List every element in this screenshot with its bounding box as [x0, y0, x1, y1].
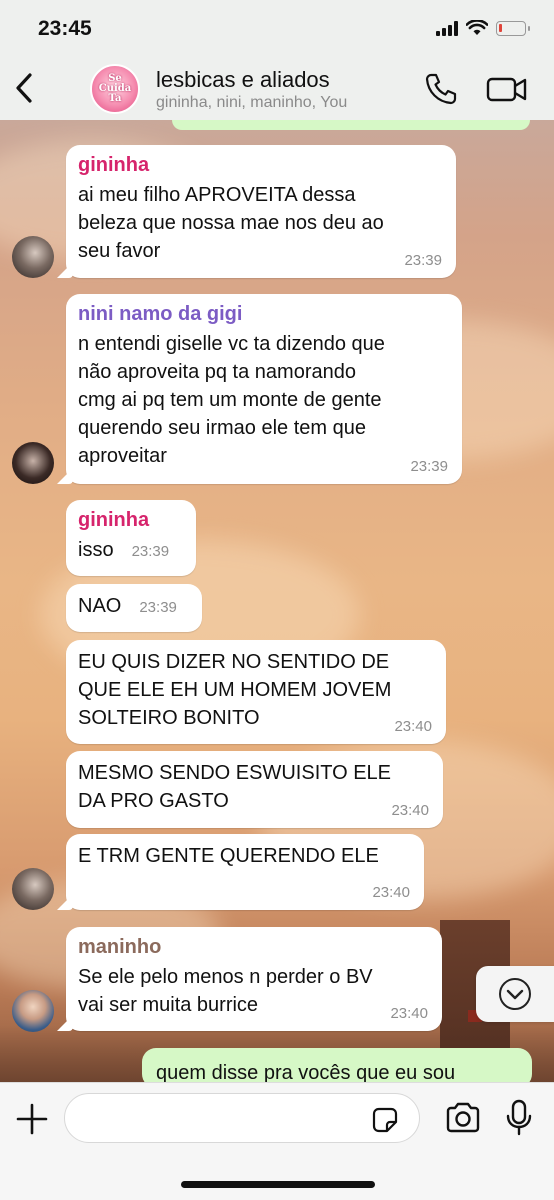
sticker-icon — [372, 1107, 398, 1133]
message-text: n entendi giselle vc ta dizendo que não … — [78, 333, 385, 467]
message-text: MESMO SENDO ESWUISITO ELE DA PRO GASTO — [78, 762, 392, 812]
message-bubble[interactable]: nini namo da gigi n entendi giselle vc t… — [66, 294, 462, 484]
message-text-body: isso — [78, 539, 114, 561]
message-bubble[interactable]: E TRM GENTE QUERENDO ELE 23:40 — [66, 834, 424, 910]
message-sender: gininha — [78, 154, 150, 176]
message-time: 23:40 — [372, 884, 410, 901]
message-text: isso 23:39 — [78, 536, 184, 566]
camera-icon — [446, 1102, 480, 1133]
message-bubble[interactable]: EU QUIS DIZER NO SENTIDO DE QUE ELE EH U… — [66, 640, 446, 744]
message-time: 23:40 — [394, 718, 432, 735]
message-time: 23:40 — [391, 802, 429, 819]
message-bubble[interactable]: gininha isso 23:39 — [66, 500, 196, 576]
message-text: NAO 23:39 — [78, 592, 190, 622]
message-time: 23:40 — [390, 1005, 428, 1022]
message-sender: gininha — [78, 509, 150, 531]
attach-button[interactable] — [14, 1101, 50, 1137]
chevron-down-circle-icon — [499, 978, 531, 1010]
message-input-bar — [0, 1082, 554, 1200]
message-bubble[interactable]: NAO 23:39 — [66, 584, 202, 632]
video-camera-icon — [486, 77, 527, 102]
message-text: ai meu filho APROVEITA dessa beleza que … — [78, 184, 384, 262]
message-text: EU QUIS DIZER NO SENTIDO DE QUE ELE EH U… — [78, 651, 392, 729]
message-sender: nini namo da gigi — [78, 303, 243, 325]
battery-icon — [496, 20, 530, 36]
video-call-button[interactable] — [486, 72, 528, 106]
message-text: E TRM GENTE QUERENDO ELE — [78, 845, 379, 867]
sender-avatar-maninho[interactable] — [12, 990, 54, 1032]
voice-call-button[interactable] — [424, 72, 458, 106]
message-time: 23:39 — [404, 252, 442, 269]
avatar-logo-text: Se Cuida Ta — [98, 73, 132, 104]
message-bubble[interactable]: MESMO SENDO ESWUISITO ELE DA PRO GASTO 2… — [66, 751, 443, 828]
status-icons — [436, 20, 530, 36]
message-time: 23:39 — [139, 599, 177, 616]
battery-level — [499, 23, 502, 32]
chat-header: Se Cuida Ta lesbicas e aliados gininha, … — [0, 58, 554, 120]
previous-outgoing-message — [172, 120, 530, 130]
sticker-button[interactable] — [370, 1105, 400, 1135]
sender-avatar-gininha[interactable] — [12, 868, 54, 910]
message-time: 23:39 — [410, 458, 448, 475]
plus-icon — [16, 1103, 48, 1135]
message-time: 23:39 — [131, 543, 170, 560]
camera-button[interactable] — [444, 1101, 482, 1135]
message-input[interactable] — [64, 1093, 420, 1143]
chevron-left-icon — [16, 73, 32, 103]
message-text: Se ele pelo menos n perder o BV vai ser … — [78, 966, 373, 1016]
phone-icon — [425, 73, 457, 105]
status-time: 23:45 — [38, 17, 92, 40]
chat-participants[interactable]: gininha, nini, maninho, You — [156, 94, 347, 112]
wifi-icon — [466, 20, 488, 35]
message-bubble[interactable]: gininha ai meu filho APROVEITA dessa bel… — [66, 145, 456, 278]
home-indicator[interactable] — [181, 1181, 375, 1188]
chat-title[interactable]: lesbicas e aliados — [156, 67, 330, 93]
message-text-body: NAO — [78, 595, 122, 617]
message-sender: maninho — [78, 936, 162, 958]
status-bar: 23:45 — [0, 0, 554, 58]
sender-avatar-nini[interactable] — [12, 442, 54, 484]
back-button[interactable] — [10, 70, 38, 106]
sender-avatar-gininha[interactable] — [12, 236, 54, 278]
microphone-icon — [506, 1099, 532, 1136]
message-bubble[interactable]: maninho Se ele pelo menos n perder o BV … — [66, 927, 442, 1031]
cellular-signal-icon — [436, 20, 458, 36]
scroll-to-bottom-button[interactable] — [476, 966, 554, 1022]
group-avatar[interactable]: Se Cuida Ta — [90, 64, 140, 114]
voice-message-button[interactable] — [504, 1099, 534, 1137]
